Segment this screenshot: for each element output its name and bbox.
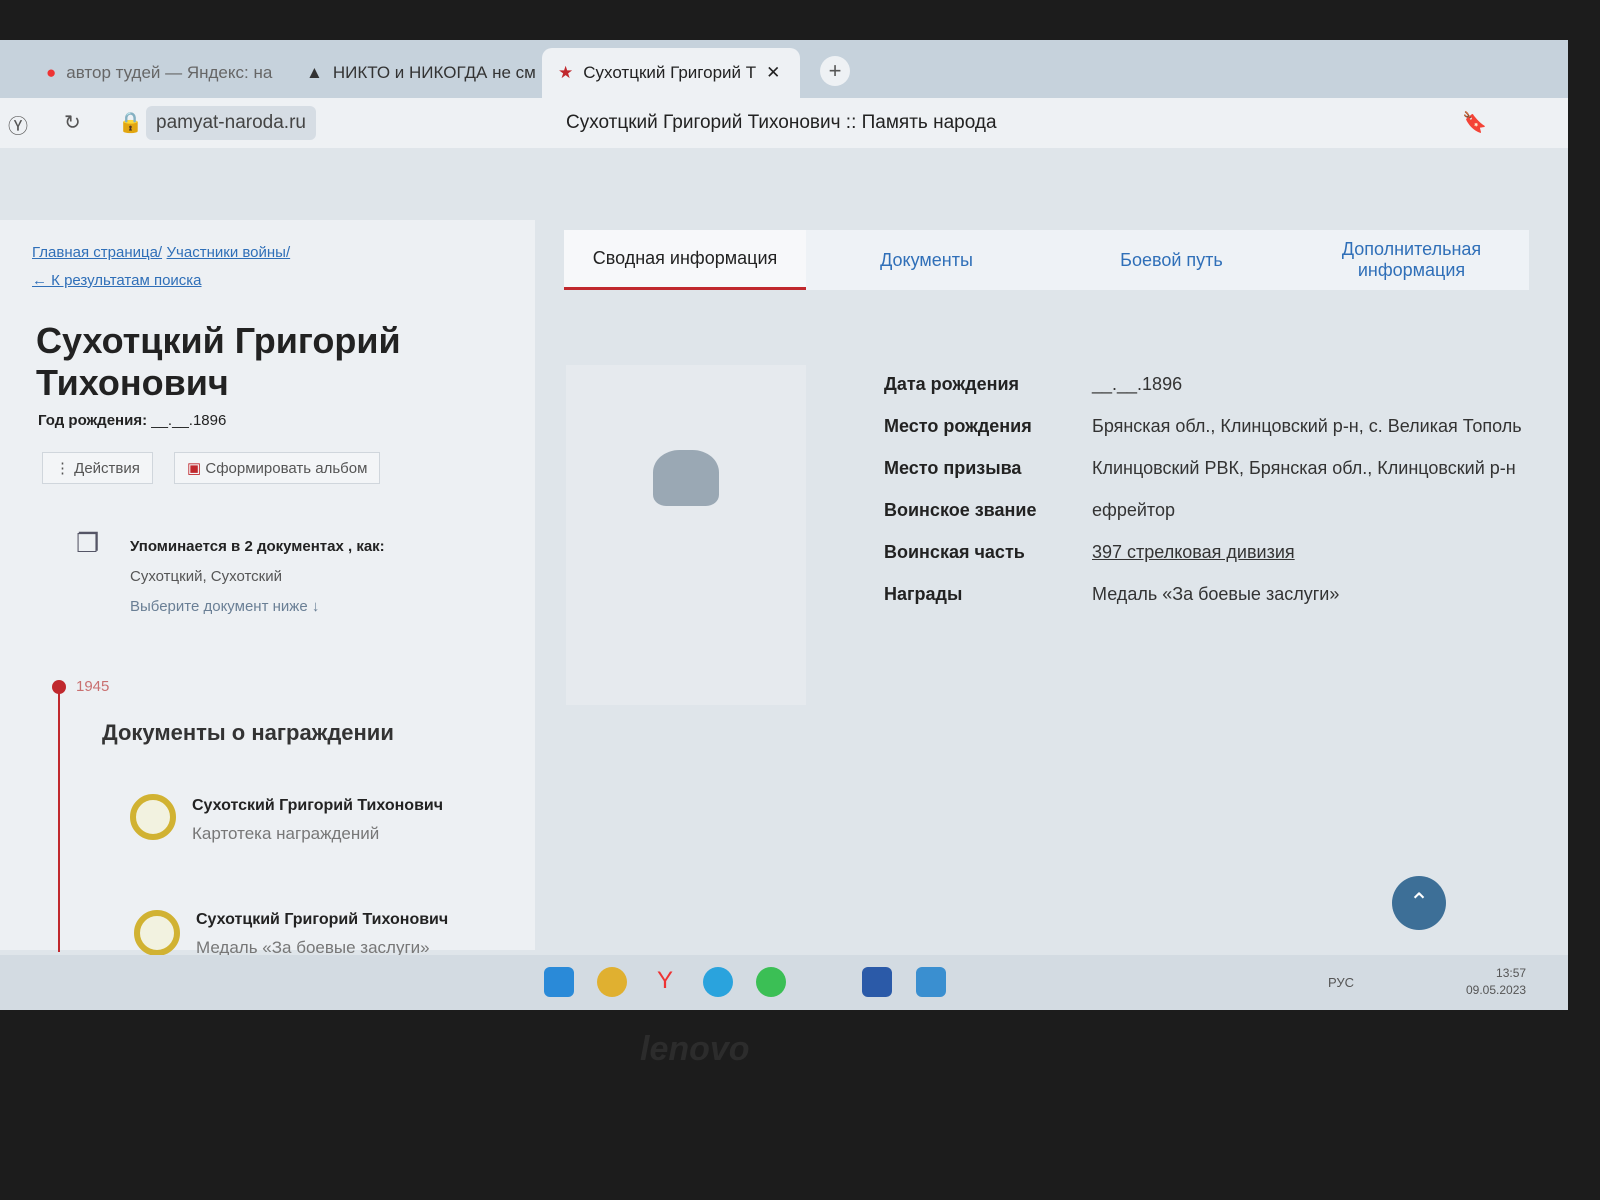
mentions-hint: Выберите документ ниже ↓ [130,598,320,615]
breadcrumb-participants[interactable]: Участники войны/ [167,244,291,261]
back-to-results-link[interactable]: ← К результатам поиска [32,272,202,289]
tab-yandex[interactable]: ● автор тудей — Яндекс: на [30,48,280,98]
lenovo-logo: lenovo [640,1030,750,1068]
clock[interactable]: 13:57 09.05.2023 [1466,965,1526,999]
chrome-icon[interactable] [597,967,627,997]
url-field[interactable]: pamyat-naroda.ru [146,106,316,140]
tab-active[interactable]: ★ Сухотцкий Григорий Т ✕ [542,48,800,98]
birth-value: __.__.1896 [151,412,227,429]
tab-nikto[interactable]: ▲ НИКТО и НИКОГДА не см [290,48,535,98]
photos-icon[interactable] [916,967,946,997]
reload-icon[interactable]: ↻ [64,110,81,135]
telegram-icon[interactable] [703,967,733,997]
whatsapp-icon[interactable] [756,967,786,997]
yandex-browser-icon[interactable]: Y [650,967,680,997]
star-icon: ★ [558,63,574,82]
mentions-names: Сухотцкий, Сухотский [130,568,282,585]
timeline-year: 1945 [76,678,110,695]
timeline-line [58,682,60,952]
medal-icon [134,910,180,956]
tab-battle-path[interactable]: Боевой путь [1054,230,1289,290]
language-indicator[interactable]: РУС [1328,975,1354,990]
info-tabs: Сводная информация Документы Боевой путь… [564,230,1529,290]
info-table: Дата рождения __.__.1896 Место рождения Бр… [884,374,1522,604]
close-icon[interactable]: ✕ [766,63,780,83]
birth-label: Год рождения: [38,412,148,429]
tab-additional-info[interactable]: Дополнительная информация [1304,230,1519,290]
address-bar: Ⓨ ↻ 🔒 pamyat-naroda.ru Сухотцкий Григори… [0,98,1568,148]
person-panel: Главная страница/ Участники войны/ ← К р… [0,220,535,957]
yandex-home-icon[interactable]: Ⓨ [8,110,28,139]
album-button[interactable]: ▣ Сформировать альбом [174,452,381,484]
actions-button[interactable]: ⋮ Действия [42,452,153,484]
documents-icon: ❐ [76,528,100,558]
bookmark-icon[interactable]: 🔖 [1462,110,1487,135]
laptop-screen: ● автор тудей — Яндекс: на ▲ НИКТО и НИКОГ… [0,40,1568,1010]
windows-start-icon[interactable] [544,967,574,997]
taskbar: Y РУС 13:57 09.05.2023 [0,955,1568,1010]
person-silhouette-icon [653,450,719,506]
tab-documents[interactable]: Документы [814,230,1039,290]
new-tab-button[interactable]: + [820,56,850,86]
breadcrumb-home[interactable]: Главная страница/ [32,244,162,261]
site-icon: ▲ [306,63,323,82]
timeline-dot [52,680,66,694]
word-icon[interactable] [862,967,892,997]
military-unit-link[interactable]: 397 стрелковая дивизия [1092,538,1295,566]
tab-bar: ● автор тудей — Яндекс: на ▲ НИКТО и НИКОГ… [0,40,1568,98]
mentions-title: Упоминается в 2 документах , как: [130,538,385,555]
page-title: Сухотцкий Григорий Тихонович :: Память н… [566,112,997,133]
person-name: Сухотцкий Григорий Тихонович [36,320,401,403]
lock-icon: 🔒 [118,112,143,134]
breadcrumb: Главная страница/ Участники войны/ ← К р… [32,244,290,290]
scroll-top-button[interactable]: ⌃ [1392,876,1446,930]
album-icon: ▣ [187,460,202,477]
doc-item[interactable]: Сухотский Григорий Тихонович Картотека на… [192,792,443,849]
medal-icon [130,794,176,840]
tab-summary[interactable]: Сводная информация [564,230,806,290]
section-title: Документы о награждении [102,720,394,745]
photo-placeholder [566,365,806,705]
yandex-icon: ● [46,63,57,82]
